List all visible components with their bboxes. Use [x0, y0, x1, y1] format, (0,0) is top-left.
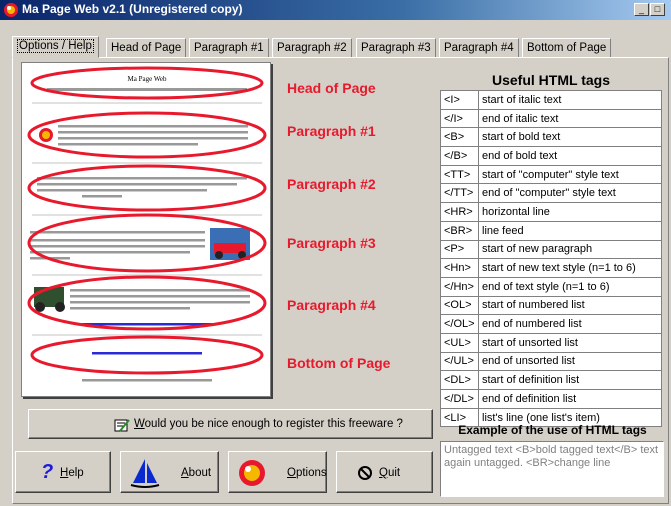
tag-row: <I> start of italic text — [440, 90, 662, 110]
tag-cell: </UL> — [440, 351, 479, 372]
tag-description-cell: end of text style (n=1 to 6) — [478, 276, 662, 297]
tag-row: <P> start of new paragraph — [440, 239, 662, 260]
tag-row: <UL> start of unsorted list — [440, 332, 662, 353]
tag-row: </UL> end of unsorted list — [440, 351, 662, 372]
tag-cell: <TT> — [440, 164, 479, 185]
tag-row: </OL> end of numbered list — [440, 314, 662, 334]
about-button-label: About — [181, 467, 212, 479]
app-globe-icon — [4, 3, 18, 17]
tag-row: <DL> start of definition list — [440, 370, 662, 390]
tag-description-cell: horizontal line — [478, 202, 662, 222]
tag-cell: <DL> — [440, 370, 479, 390]
label-paragraph-2: Paragraph #2 — [287, 176, 376, 192]
about-sail-icon — [130, 459, 160, 488]
tag-description-cell: end of bold text — [478, 146, 662, 166]
tab-paragraph-2[interactable]: Paragraph #2 — [272, 38, 352, 58]
options-button[interactable]: Options — [228, 451, 327, 493]
tag-description-cell: end of definition list — [478, 389, 662, 409]
tag-cell: </I> — [440, 108, 479, 129]
tag-cell: <BR> — [440, 220, 479, 241]
tab-options-help[interactable]: Options / Help — [12, 36, 99, 58]
tag-description-cell: start of definition list — [478, 370, 662, 390]
tag-cell: <UL> — [440, 332, 479, 353]
tag-description-cell: end of "computer" style text — [478, 183, 662, 204]
title-bar: Ma Page Web v2.1 (Unregistered copy) _ □ — [0, 0, 671, 20]
tag-row: <B> start of bold text — [440, 127, 662, 148]
tag-row: </I> end of italic text — [440, 108, 662, 129]
example-textarea[interactable]: Untagged text <B>bold tagged text</B> te… — [440, 441, 664, 497]
tag-cell: <P> — [440, 239, 479, 260]
tag-description-cell: end of italic text — [478, 108, 662, 129]
options-button-label: Options — [287, 467, 327, 479]
tag-description-cell: line feed — [478, 220, 662, 241]
tag-cell: </DL> — [440, 389, 479, 409]
label-head-of-page: Head of Page — [287, 80, 376, 96]
tag-description-cell: start of bold text — [478, 127, 662, 148]
tag-description-cell: start of italic text — [478, 90, 662, 110]
minimize-button[interactable]: _ — [634, 3, 649, 16]
tab-bottom-of-page[interactable]: Bottom of Page — [522, 38, 612, 58]
tag-row: <TT> start of "computer" style text — [440, 164, 662, 185]
tag-cell: </TT> — [440, 183, 479, 204]
tag-description-cell: start of "computer" style text — [478, 164, 662, 185]
label-paragraph-3: Paragraph #3 — [287, 235, 376, 251]
quit-button[interactable]: Quit — [336, 451, 433, 493]
help-button-label: Help — [60, 467, 84, 479]
tag-description-cell: end of unsorted list — [478, 351, 662, 372]
tag-cell: </B> — [440, 146, 479, 166]
about-button[interactable]: About — [120, 451, 219, 493]
useful-tags-title: Useful HTML tags — [492, 72, 610, 88]
example-title: Example of the use of HTML tags — [458, 423, 647, 437]
quit-button-label: Quit — [379, 467, 401, 479]
tag-row: <OL> start of numbered list — [440, 295, 662, 316]
window-title: Ma Page Web v2.1 (Unregistered copy) — [22, 2, 243, 16]
tag-cell: <HR> — [440, 202, 479, 222]
label-paragraph-1: Paragraph #1 — [287, 123, 376, 139]
tag-row: <HR> horizontal line — [440, 202, 662, 222]
help-button[interactable]: ? Help — [15, 451, 111, 493]
tab-paragraph-4[interactable]: Paragraph #4 — [439, 38, 519, 58]
maximize-button[interactable]: □ — [650, 3, 665, 16]
tag-row: <BR> line feed — [440, 220, 662, 241]
options-globe-icon — [239, 460, 265, 486]
tag-cell: <I> — [440, 90, 479, 110]
page-preview: Ma Page Web — [21, 62, 271, 397]
tag-cell: </Hn> — [440, 276, 479, 297]
tab-paragraph-3[interactable]: Paragraph #3 — [356, 38, 436, 58]
preview-illustration: Ma Page Web — [27, 66, 267, 382]
tag-row: </Hn> end of text style (n=1 to 6) — [440, 276, 662, 297]
tag-cell: </OL> — [440, 314, 479, 334]
tag-description-cell: start of unsorted list — [478, 332, 662, 353]
tag-row: </B> end of bold text — [440, 146, 662, 166]
label-bottom-of-page: Bottom of Page — [287, 355, 391, 371]
tag-cell: <Hn> — [440, 258, 479, 278]
useful-tags-table: <I> start of italic text </I> end of italic… — [440, 90, 662, 428]
tag-cell: <B> — [440, 127, 479, 148]
tag-description-cell: end of numbered list — [478, 314, 662, 334]
preview-page-title: Ma Page Web — [128, 75, 167, 83]
tag-row: </DL> end of definition list — [440, 389, 662, 409]
register-button-label: Would you be nice enough to register thi… — [134, 418, 403, 430]
tag-description-cell: start of new text style (n=1 to 6) — [478, 258, 662, 278]
tag-row: <Hn> start of new text style (n=1 to 6) — [440, 258, 662, 278]
label-paragraph-4: Paragraph #4 — [287, 297, 376, 313]
register-button[interactable]: Would you be nice enough to register thi… — [28, 409, 433, 439]
tag-description-cell: start of new paragraph — [478, 239, 662, 260]
tag-cell: <OL> — [440, 295, 479, 316]
tag-description-cell: start of numbered list — [478, 295, 662, 316]
register-pen-icon — [114, 419, 130, 432]
help-question-icon: ? — [41, 461, 54, 483]
tab-paragraph-1[interactable]: Paragraph #1 — [189, 38, 269, 58]
quit-stop-icon — [358, 466, 372, 480]
tag-row: </TT> end of "computer" style text — [440, 183, 662, 204]
tab-head-of-page[interactable]: Head of Page — [106, 38, 187, 58]
